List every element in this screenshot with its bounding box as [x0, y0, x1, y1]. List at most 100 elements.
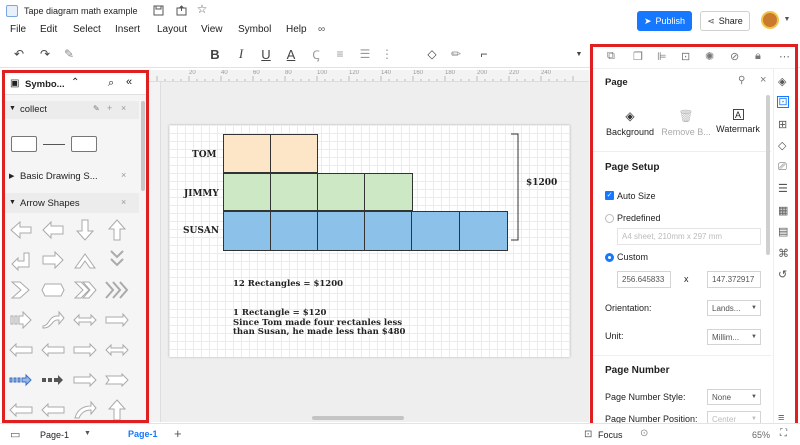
- horizontal-scrollbar[interactable]: [312, 416, 404, 420]
- layers-icon[interactable]: ◇: [778, 139, 786, 152]
- group-icon[interactable]: ⊡: [681, 50, 690, 63]
- page-selector[interactable]: Page-1: [40, 430, 69, 440]
- double-chevron-shape[interactable]: [71, 277, 99, 303]
- text-align-icon[interactable]: ≡: [333, 46, 347, 62]
- hexagon-arrow-shape[interactable]: [39, 277, 67, 303]
- format-painter-icon[interactable]: ✎: [62, 46, 76, 62]
- dashed-arrow-shape[interactable]: [39, 367, 67, 393]
- section-basic-header[interactable]: ▶ Basic Drawing S... ×: [5, 167, 139, 187]
- width-input[interactable]: 256.645833: [617, 271, 671, 288]
- triple-chevron-shape[interactable]: [103, 277, 131, 303]
- custom-radio[interactable]: [605, 253, 614, 262]
- close-icon[interactable]: ×: [121, 103, 126, 113]
- close-icon[interactable]: ×: [760, 74, 766, 86]
- list-icon[interactable]: ☰: [358, 46, 372, 62]
- curved-arrow-shape[interactable]: [7, 247, 35, 273]
- connector-icon[interactable]: ⌐: [475, 46, 493, 62]
- predefined-radio[interactable]: [605, 214, 614, 223]
- line-color-icon[interactable]: ✏: [449, 46, 463, 62]
- play-icon[interactable]: ⊙: [640, 428, 648, 439]
- left-arrow-shape[interactable]: [39, 337, 67, 363]
- presentation-icon[interactable]: ⎚: [778, 161, 787, 174]
- redo-icon[interactable]: ↷: [38, 46, 52, 62]
- pin-icon[interactable]: ⚲: [738, 75, 745, 86]
- add-page-icon[interactable]: +: [174, 426, 182, 441]
- section-arrows-header[interactable]: ▼ Arrow Shapes ×: [5, 193, 139, 213]
- page-icon[interactable]: ⊡: [777, 96, 789, 108]
- right-arrow-shape[interactable]: [103, 307, 131, 333]
- menu-layout[interactable]: Layout: [157, 24, 187, 35]
- glasses-icon[interactable]: ∞: [318, 24, 325, 35]
- right-arrow-shape[interactable]: [39, 247, 67, 273]
- tab-remove-background[interactable]: 🗑︎ Remove B...: [657, 109, 715, 143]
- page-number-style-select[interactable]: None ▼: [707, 389, 761, 405]
- fill-icon[interactable]: ◇: [425, 46, 439, 62]
- edit-shape-icon[interactable]: ⊘: [730, 50, 739, 63]
- menu-symbol[interactable]: Symbol: [238, 24, 271, 35]
- export-page-icon[interactable]: ▤: [778, 225, 788, 238]
- focus-icon[interactable]: ⊡: [584, 429, 592, 440]
- zoom-level[interactable]: 65%: [752, 430, 770, 440]
- text-style-icon[interactable]: Ꞔ: [309, 46, 323, 62]
- bold-icon[interactable]: B: [208, 46, 222, 62]
- s-arrow-shape[interactable]: [39, 307, 67, 333]
- menu-edit[interactable]: Edit: [40, 24, 57, 35]
- left-arrow-shape[interactable]: [7, 217, 35, 243]
- tape-cell-susan-1[interactable]: [223, 211, 271, 251]
- menu-select[interactable]: Select: [73, 24, 101, 35]
- chevron-down-icon[interactable]: ▼: [84, 430, 91, 437]
- orientation-select[interactable]: Lands... ▼: [707, 300, 761, 316]
- undo-icon[interactable]: ↶: [12, 46, 26, 62]
- page-view-icon[interactable]: ▭: [10, 428, 20, 441]
- double-down-arrow-shape[interactable]: [103, 247, 131, 273]
- close-icon[interactable]: ×: [121, 170, 126, 180]
- grid-icon[interactable]: ⊞: [778, 118, 787, 131]
- network-icon[interactable]: ⌘: [778, 247, 789, 260]
- collected-rectangle-shape[interactable]: [71, 136, 97, 152]
- send-back-icon[interactable]: ❐: [633, 50, 643, 63]
- star-icon[interactable]: ☆: [196, 2, 208, 16]
- page-canvas[interactable]: TOM JIMMY SUSAN $1200 12 Rectangles = $1…: [169, 125, 570, 357]
- italic-icon[interactable]: I: [234, 46, 248, 62]
- effects-icon[interactable]: ✺: [705, 50, 714, 63]
- section-collect-header[interactable]: ▼ collect ✎ + ×: [5, 101, 139, 119]
- edit-icon[interactable]: ✎: [93, 104, 100, 113]
- tab-watermark[interactable]: A Watermark: [709, 109, 767, 143]
- chevron-up-icon[interactable]: ⌃: [71, 77, 79, 88]
- auto-size-checkbox[interactable]: ✓: [605, 191, 614, 200]
- panel-scrollbar[interactable]: [766, 95, 770, 255]
- curved-arrow-shape[interactable]: [71, 397, 99, 420]
- striped-arrow-shape[interactable]: [7, 307, 35, 333]
- notched-arrow-shape[interactable]: [103, 367, 131, 393]
- image-icon[interactable]: ▦: [778, 204, 788, 217]
- close-icon[interactable]: ×: [121, 197, 126, 207]
- focus-label[interactable]: Focus: [598, 430, 623, 440]
- database-icon[interactable]: ☰: [778, 182, 788, 195]
- menu-help[interactable]: Help: [286, 24, 307, 35]
- tape-cell-susan-5[interactable]: [411, 211, 460, 251]
- tape-cell-susan-3[interactable]: [317, 211, 365, 251]
- chevron-up-shape[interactable]: [71, 247, 99, 273]
- collected-line-shape[interactable]: [43, 144, 65, 145]
- tab-page-1[interactable]: Page-1: [128, 429, 158, 439]
- chevron-right-shape[interactable]: [7, 277, 35, 303]
- align-icon[interactable]: ⊫: [657, 50, 667, 63]
- bring-front-icon[interactable]: ⧉: [607, 50, 615, 63]
- left-right-arrow-shape[interactable]: [71, 307, 99, 333]
- fit-screen-icon[interactable]: ⛶: [780, 428, 787, 439]
- left-arrow-shape[interactable]: [7, 397, 35, 420]
- predefined-size-select[interactable]: A4 sheet, 210mm x 297 mm: [617, 228, 761, 245]
- tape-cell-susan-2[interactable]: [270, 211, 318, 251]
- menu-file[interactable]: File: [10, 24, 26, 35]
- add-icon[interactable]: +: [107, 103, 112, 113]
- save-icon[interactable]: [152, 4, 164, 16]
- font-color-icon[interactable]: A: [284, 46, 298, 62]
- left-arrow-shape[interactable]: [7, 337, 35, 363]
- unit-select[interactable]: Millim... ▼: [707, 329, 761, 345]
- left-arrow-shape[interactable]: [39, 217, 67, 243]
- scrollbar[interactable]: [141, 101, 145, 191]
- underline-icon[interactable]: U: [259, 46, 273, 62]
- fill-icon[interactable]: ◈: [778, 75, 786, 88]
- up-arrow-shape[interactable]: [103, 397, 131, 420]
- left-arrow-shape[interactable]: [39, 397, 67, 420]
